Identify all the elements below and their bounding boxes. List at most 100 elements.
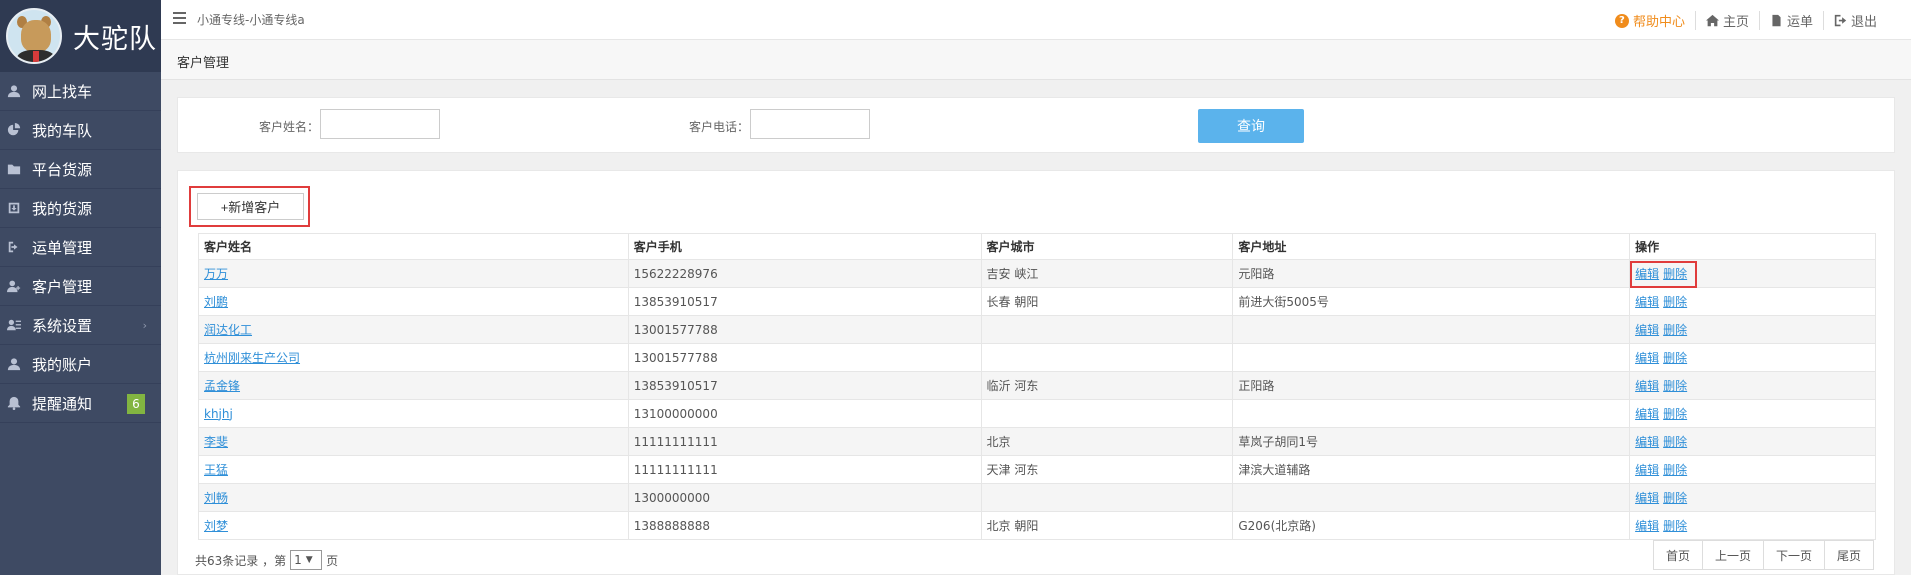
customer-phone-input[interactable] <box>750 109 870 139</box>
pie-chart-icon <box>6 122 22 138</box>
cell-customer-city: 长春 朝阳 <box>980 287 1234 316</box>
add-customer-button[interactable]: +新增客户 <box>197 193 304 220</box>
cell-customer-address <box>1232 343 1631 372</box>
sidebar-item-label: 网上找车 <box>32 82 93 101</box>
edit-link[interactable]: 编辑 <box>1635 379 1659 393</box>
cell-customer-city: 北京 朝阳 <box>980 511 1234 540</box>
edit-link[interactable]: 编辑 <box>1635 491 1659 505</box>
sidebar-item-my-fleet[interactable]: 我的车队 <box>0 111 161 150</box>
sidebar-item-customer-management[interactable]: 客户管理 <box>0 267 161 306</box>
next-page-button[interactable]: 下一页 <box>1762 540 1825 570</box>
prev-page-button[interactable]: 上一页 <box>1701 540 1764 570</box>
sidebar-item-find-truck[interactable]: 网上找车 <box>0 72 161 111</box>
help-center-link[interactable]: ? 帮助中心 <box>1605 11 1695 30</box>
edit-link[interactable]: 编辑 <box>1635 351 1659 365</box>
cell-customer-name: 刘鹏 <box>198 287 629 316</box>
table-row: 孟金锋 13853910517 临沂 河东 正阳路 编辑 删除 <box>198 371 1876 400</box>
edit-link[interactable]: 编辑 <box>1635 407 1659 421</box>
customer-name-link[interactable]: 刘畅 <box>204 491 228 505</box>
delete-link[interactable]: 删除 <box>1663 379 1687 393</box>
cell-actions: 编辑 删除 <box>1629 315 1876 344</box>
table-header-row: 客户姓名 客户手机 客户城市 客户地址 操作 <box>198 233 1876 260</box>
sidebar-item-label: 我的车队 <box>32 121 93 140</box>
delete-link[interactable]: 删除 <box>1663 323 1687 337</box>
cell-customer-phone: 13001577788 <box>627 343 982 372</box>
cell-customer-phone: 11111111111 <box>627 455 982 484</box>
chevron-right-icon: › <box>142 318 147 332</box>
delete-link[interactable]: 删除 <box>1663 267 1687 281</box>
table-row: 杭州刚来生产公司 13001577788 编辑 删除 <box>198 343 1876 372</box>
cell-actions: 编辑 删除 <box>1629 399 1876 428</box>
brand-logo[interactable]: 大驼队 <box>0 0 161 72</box>
edit-link[interactable]: 编辑 <box>1635 435 1659 449</box>
edit-link[interactable]: 编辑 <box>1635 295 1659 309</box>
sidebar-item-label: 提醒通知 <box>32 394 93 413</box>
cell-actions: 编辑 删除 <box>1629 259 1876 288</box>
add-customer-highlight: +新增客户 <box>189 186 310 227</box>
cell-customer-name: 李斐 <box>198 427 629 456</box>
customer-name-link[interactable]: 李斐 <box>204 435 228 449</box>
page-suffix-text: 页 <box>326 553 339 568</box>
edit-link[interactable]: 编辑 <box>1635 267 1659 281</box>
customer-name-link[interactable]: 杭州刚来生产公司 <box>204 351 300 365</box>
menu-toggle-icon[interactable] <box>173 12 186 24</box>
sidebar-item-notifications[interactable]: 提醒通知 6 <box>0 384 161 423</box>
cell-customer-city <box>980 399 1234 428</box>
delete-link[interactable]: 删除 <box>1663 519 1687 533</box>
cell-customer-address: 草岚子胡同1号 <box>1232 427 1631 456</box>
page-number-select[interactable]: 1 ▼ <box>290 550 323 570</box>
cell-customer-address <box>1232 399 1631 428</box>
customer-name-link[interactable]: 万万 <box>204 267 228 281</box>
cell-actions: 编辑 删除 <box>1629 343 1876 372</box>
add-user-icon <box>6 278 22 294</box>
sidebar-item-my-account[interactable]: 我的账户 <box>0 345 161 384</box>
delete-link[interactable]: 删除 <box>1663 491 1687 505</box>
camel-mascot-icon <box>6 8 62 64</box>
delete-link[interactable]: 删除 <box>1663 435 1687 449</box>
home-label: 主页 <box>1722 15 1749 30</box>
customer-name-link[interactable]: 刘梦 <box>204 519 228 533</box>
delete-link[interactable]: 删除 <box>1663 295 1687 309</box>
cell-actions: 编辑 删除 <box>1629 483 1876 512</box>
last-page-button[interactable]: 尾页 <box>1823 540 1874 570</box>
customer-name-link[interactable]: 王猛 <box>204 463 228 477</box>
customer-name-link[interactable]: 润达化工 <box>204 323 252 337</box>
waybill-link[interactable]: 运单 <box>1758 11 1823 30</box>
cell-customer-city: 北京 <box>980 427 1234 456</box>
cell-customer-address: 津滨大道辅路 <box>1232 455 1631 484</box>
current-page-value: 1 <box>294 553 302 567</box>
cell-customer-address <box>1232 483 1631 512</box>
settings-list-icon <box>6 317 22 333</box>
cell-customer-address: 前进大街5005号 <box>1232 287 1631 316</box>
customer-name-link[interactable]: 刘鹏 <box>204 295 228 309</box>
delete-link[interactable]: 删除 <box>1663 351 1687 365</box>
delete-link[interactable]: 删除 <box>1663 407 1687 421</box>
table-row: 刘畅 1300000000 编辑 删除 <box>198 483 1876 512</box>
sidebar-item-my-cargo[interactable]: 我的货源 <box>0 189 161 228</box>
delete-link[interactable]: 删除 <box>1663 463 1687 477</box>
sidebar-item-system-settings[interactable]: 系统设置 › <box>0 306 161 345</box>
edit-link[interactable]: 编辑 <box>1635 463 1659 477</box>
home-link[interactable]: 主页 <box>1694 11 1759 30</box>
customer-name-input[interactable] <box>320 109 440 139</box>
edit-link[interactable]: 编辑 <box>1635 519 1659 533</box>
cell-actions: 编辑 删除 <box>1629 511 1876 540</box>
cell-customer-phone: 13853910517 <box>627 371 982 400</box>
first-page-button[interactable]: 首页 <box>1652 540 1703 570</box>
logout-link[interactable]: 退出 <box>1822 11 1887 30</box>
column-header-name: 客户姓名 <box>198 233 629 260</box>
cell-customer-city: 天津 河东 <box>980 455 1234 484</box>
cell-customer-city: 临沂 河东 <box>980 371 1234 400</box>
column-header-phone: 客户手机 <box>627 233 982 260</box>
breadcrumb: 小通专线-小通专线a <box>197 13 305 27</box>
logout-label: 退出 <box>1850 15 1877 30</box>
cell-customer-name: 杭州刚来生产公司 <box>198 343 629 372</box>
top-bar: 小通专线-小通专线a ? 帮助中心 主页 运单 退出 <box>161 0 1911 40</box>
sidebar-item-platform-cargo[interactable]: 平台货源 <box>0 150 161 189</box>
cell-actions: 编辑 删除 <box>1629 427 1876 456</box>
customer-name-link[interactable]: 孟金锋 <box>204 379 240 393</box>
edit-link[interactable]: 编辑 <box>1635 323 1659 337</box>
search-button[interactable]: 查询 <box>1198 109 1304 143</box>
sidebar-item-waybill-management[interactable]: 运单管理 <box>0 228 161 267</box>
customer-name-link[interactable]: khjhj <box>204 407 233 421</box>
